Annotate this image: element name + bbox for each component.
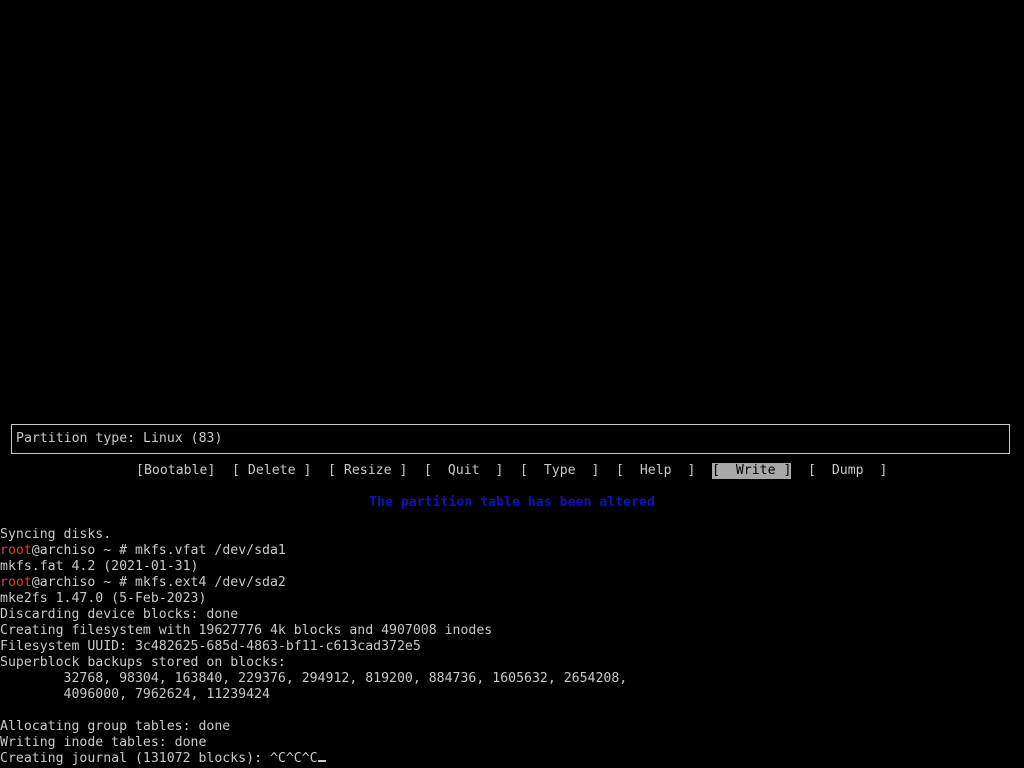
- terminal-line: mkfs.fat 4.2 (2021-01-31): [0, 559, 199, 574]
- terminal-input-line[interactable]: Creating journal (131072 blocks): ^C^C^C: [0, 751, 326, 767]
- terminal-line: 4096000, 7962624, 11239424: [0, 687, 270, 702]
- terminal-line: Discarding device blocks: done: [0, 607, 239, 622]
- help-button[interactable]: [ Help ]: [616, 463, 695, 479]
- type-button[interactable]: [ Type ]: [520, 463, 599, 479]
- prompt-user: root: [0, 575, 32, 590]
- terminal-line: Allocating group tables: done: [0, 719, 231, 734]
- command-text: mkfs.vfat /dev/sda1: [134, 543, 286, 558]
- terminal-line: Filesystem UUID: 3c482625-685d-4863-bf11…: [0, 639, 421, 654]
- text-cursor: [317, 760, 326, 762]
- terminal-line: Superblock backups stored on blocks:: [0, 655, 286, 670]
- terminal-line: Writing inode tables: done: [0, 735, 207, 750]
- resize-button[interactable]: [ Resize ]: [328, 463, 407, 479]
- terminal-line-text: Creating journal (131072 blocks): ^C^C^C: [0, 751, 318, 766]
- terminal-line: 32768, 98304, 163840, 229376, 294912, 81…: [0, 671, 628, 686]
- prompt-user: root: [0, 543, 32, 558]
- delete-button[interactable]: [ Delete ]: [232, 463, 311, 479]
- cfdisk-menu-bar: [Bootable] [ Delete ] [ Resize ] [ Quit …: [0, 463, 1024, 479]
- partition-type-label: Partition type: Linux (83): [16, 431, 223, 446]
- prompt-host: @archiso ~ #: [31, 543, 135, 558]
- command-text: mkfs.ext4 /dev/sda2: [134, 575, 286, 590]
- terminal-line: Creating filesystem with 19627776 4k blo…: [0, 623, 493, 638]
- terminal-line: mke2fs 1.47.0 (5-Feb-2023): [0, 591, 207, 606]
- terminal-prompt-line: root@archiso ~ # mkfs.ext4 /dev/sda2: [0, 575, 286, 591]
- prompt-host: @archiso ~ #: [31, 575, 135, 590]
- partition-info-box: Partition type: Linux (83): [11, 424, 1010, 454]
- status-message: The partition table has been altered: [369, 495, 655, 510]
- bootable-button[interactable]: [Bootable]: [136, 463, 215, 479]
- dump-button[interactable]: [ Dump ]: [808, 463, 887, 479]
- write-button[interactable]: [ Write ]: [712, 463, 792, 479]
- terminal-line: Syncing disks.: [0, 527, 112, 542]
- terminal-prompt-line: root@archiso ~ # mkfs.vfat /dev/sda1: [0, 543, 286, 559]
- quit-button[interactable]: [ Quit ]: [424, 463, 503, 479]
